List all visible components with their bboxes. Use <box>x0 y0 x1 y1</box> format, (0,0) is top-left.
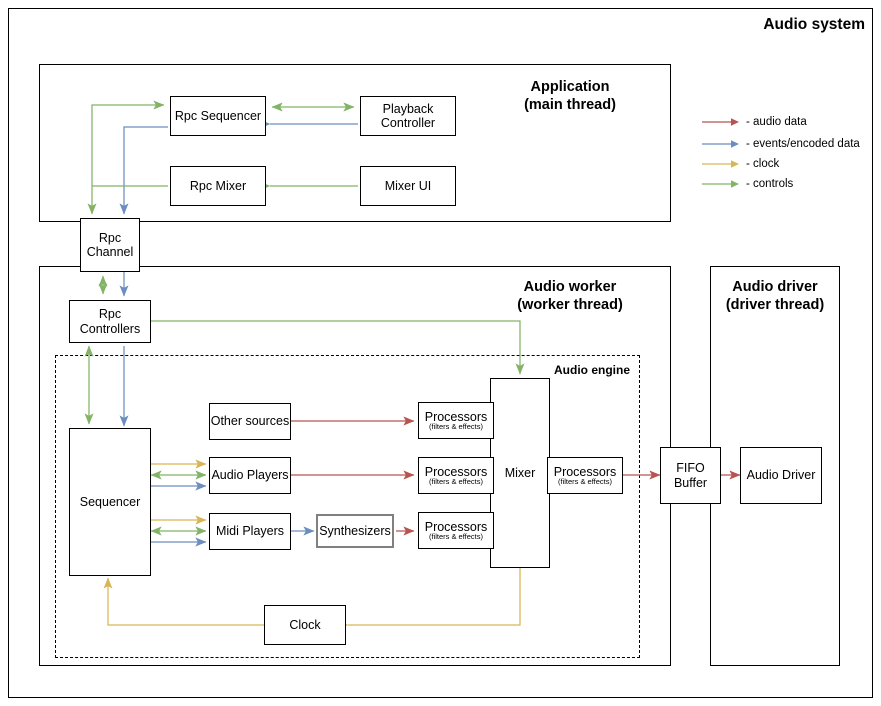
box-playback-controller-line2: Controller <box>380 116 436 130</box>
box-midi-players-label: Midi Players <box>215 524 285 539</box>
box-rpc-sequencer[interactable]: Rpc Sequencer <box>170 96 266 136</box>
box-audio-driver[interactable]: Audio Driver <box>740 447 822 504</box>
box-processors-audio[interactable]: Processors (filters & effects) <box>418 457 494 494</box>
box-rpc-controllers[interactable]: Rpc Controllers <box>69 300 151 343</box>
box-mixer[interactable]: Mixer <box>490 378 550 568</box>
box-mixer-label: Mixer <box>504 465 536 480</box>
edge-mixer-to-clock-clock <box>337 567 521 630</box>
box-fifo-buffer-line1: FIFO <box>676 461 705 476</box>
box-rpc-mixer-label: Rpc Mixer <box>189 178 247 193</box>
box-other-sources[interactable]: Other sources <box>209 403 291 440</box>
box-mixer-ui-label: Mixer UI <box>384 178 432 193</box>
box-rpc-controllers-line2: Controllers <box>79 321 141 336</box>
box-rpc-mixer[interactable]: Rpc Mixer <box>170 166 266 206</box>
box-rpc-channel-line1: Rpc <box>98 230 122 245</box>
edge-clock-to-sequencer-clock <box>103 577 264 626</box>
box-sequencer[interactable]: Sequencer <box>69 428 151 576</box>
box-synthesizers-label: Synthesizers <box>319 523 391 538</box>
diagram-canvas: Audio system - audio data - events/encod… <box>0 0 881 706</box>
box-rpc-channel-line2: Channel <box>86 245 134 259</box>
edge-rpcseq-to-rpcchannel-events <box>119 126 168 215</box>
box-rpc-sequencer-label: Rpc Sequencer <box>174 108 262 123</box>
box-processors-audio-sub: (filters & effects) <box>428 476 484 486</box>
box-audio-players[interactable]: Audio Players <box>209 457 291 494</box>
box-midi-players[interactable]: Midi Players <box>209 513 291 550</box>
box-clock-label: Clock <box>289 617 321 632</box>
box-processors-master-sub: (filters & effects) <box>557 476 613 486</box>
box-mixer-ui[interactable]: Mixer UI <box>360 166 456 206</box>
box-fifo-buffer-line2: Buffer <box>673 475 708 490</box>
edge-rpcseq-to-rpcchannel-controls <box>87 100 165 215</box>
box-synthesizers[interactable]: Synthesizers <box>316 514 394 548</box>
box-clock[interactable]: Clock <box>264 605 346 645</box>
box-audio-players-label: Audio Players <box>211 468 289 483</box>
box-processors-other[interactable]: Processors (filters & effects) <box>418 402 494 439</box>
box-processors-midi[interactable]: Processors (filters & effects) <box>418 512 494 549</box>
edge-rpccontrollers-to-mixer-controls <box>150 320 525 375</box>
box-processors-midi-sub: (filters & effects) <box>428 531 484 541</box>
box-audio-driver-label: Audio Driver <box>746 468 816 483</box>
box-rpc-channel[interactable]: Rpc Channel <box>80 218 140 272</box>
box-playback-controller[interactable]: Playback Controller <box>360 96 456 136</box>
box-rpc-controllers-line1: Rpc <box>98 307 122 322</box>
box-processors-master[interactable]: Processors (filters & effects) <box>547 457 623 494</box>
box-processors-other-sub: (filters & effects) <box>428 421 484 431</box>
box-other-sources-label: Other sources <box>210 414 290 429</box>
box-playback-controller-line1: Playback <box>382 101 434 116</box>
box-sequencer-label: Sequencer <box>79 494 141 509</box>
box-fifo-buffer[interactable]: FIFO Buffer <box>660 447 721 504</box>
